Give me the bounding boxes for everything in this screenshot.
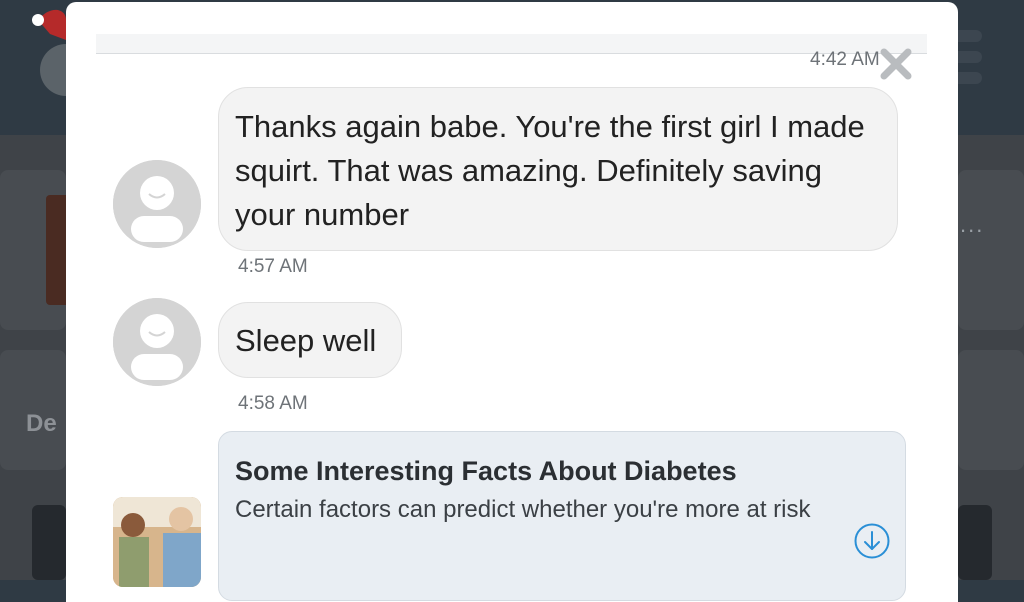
message-bubble: Thanks again babe. You're the first girl… bbox=[218, 87, 898, 251]
message-timestamp: 4:57 AM bbox=[238, 256, 308, 277]
close-button[interactable] bbox=[878, 46, 914, 82]
article-thumbnail[interactable] bbox=[113, 497, 201, 587]
background-card bbox=[958, 170, 1024, 330]
article-preview-card[interactable]: Some Interesting Facts About Diabetes Ce… bbox=[218, 431, 906, 601]
brand-logo bbox=[30, 0, 92, 120]
contact-avatar bbox=[113, 160, 201, 248]
contact-avatar bbox=[113, 298, 201, 386]
timestamp: 4:42 AM bbox=[810, 49, 880, 70]
background-photo bbox=[46, 195, 66, 305]
close-icon bbox=[880, 48, 912, 80]
download-icon[interactable] bbox=[853, 522, 891, 560]
message-bubble: Sleep well bbox=[218, 302, 402, 378]
message-timestamp: 4:58 AM bbox=[238, 393, 308, 414]
modal-top-bar bbox=[96, 34, 927, 54]
background-button bbox=[32, 505, 66, 580]
background-label: De bbox=[26, 410, 57, 437]
default-avatar-icon bbox=[113, 160, 201, 248]
hamburger-menu-icon[interactable] bbox=[958, 30, 982, 90]
background-card bbox=[958, 350, 1024, 470]
article-description: Certain factors can predict whether you'… bbox=[235, 496, 811, 523]
article-title: Some Interesting Facts About Diabetes bbox=[235, 456, 737, 486]
more-options-icon[interactable]: ... bbox=[960, 212, 984, 238]
background-button bbox=[958, 505, 992, 580]
default-avatar-icon bbox=[113, 298, 201, 386]
message-modal: 4:42 AM Thanks again babe. You're the fi… bbox=[66, 2, 958, 602]
